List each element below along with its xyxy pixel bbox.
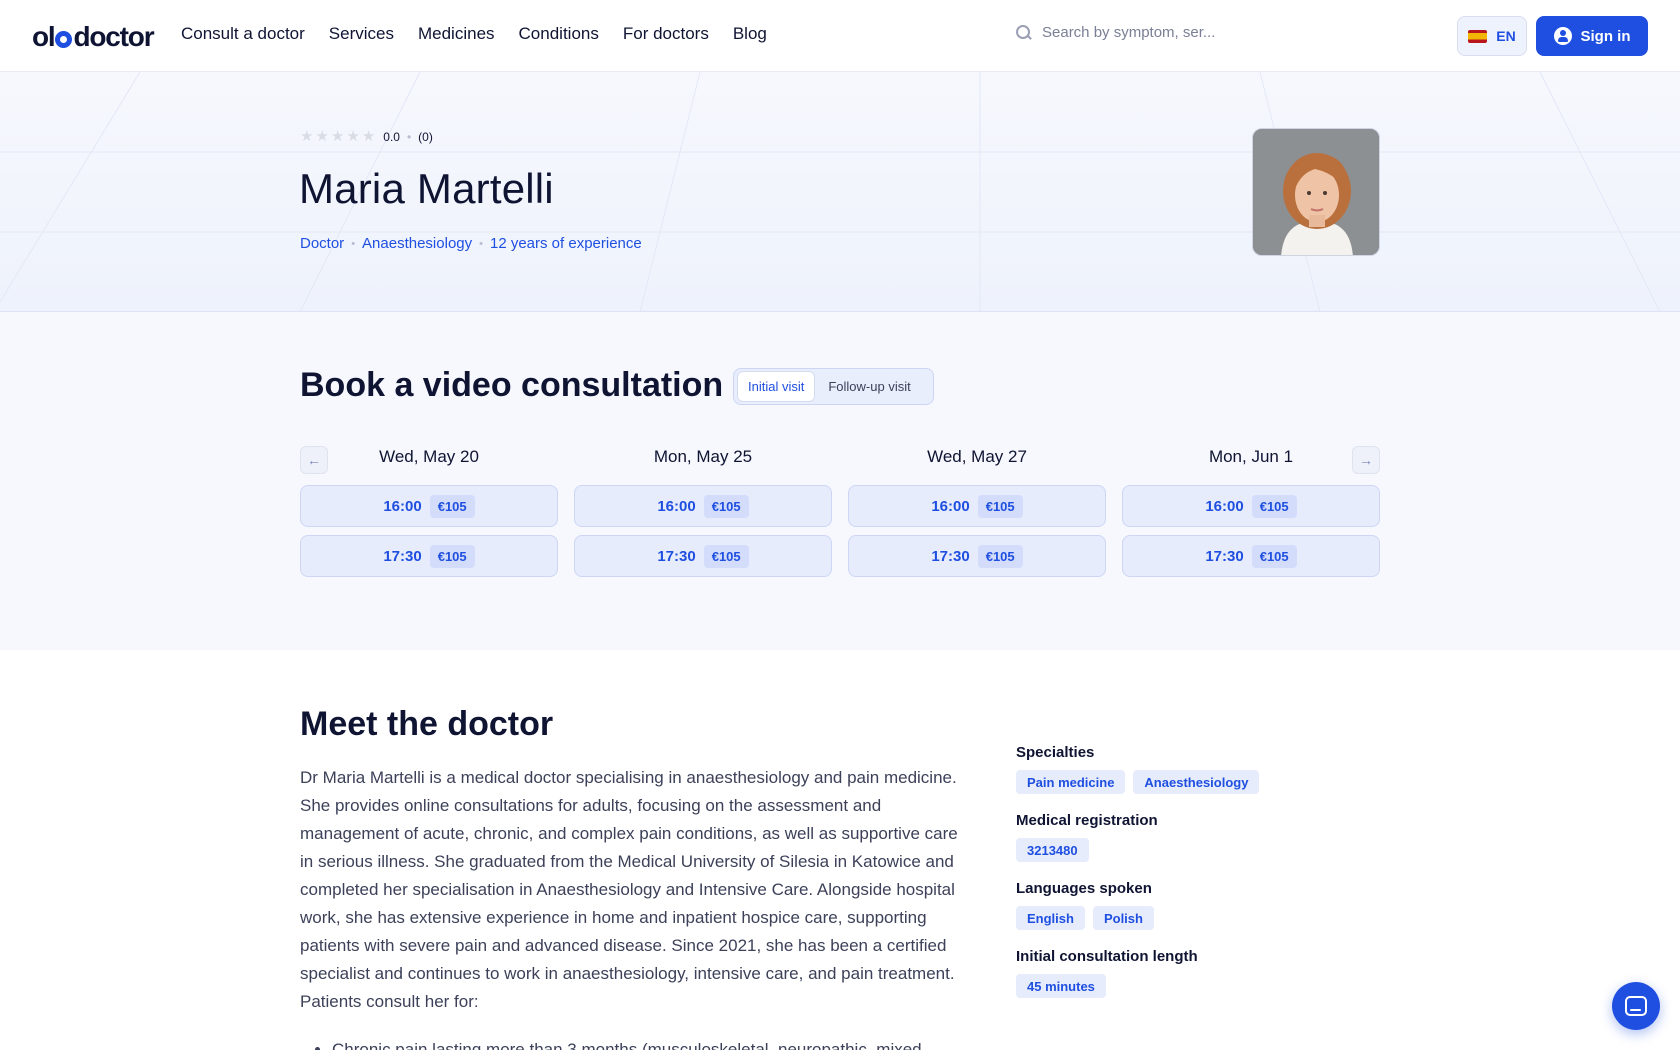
rating-count: (0) <box>418 130 433 144</box>
languages-label: Languages spoken <box>1016 880 1152 897</box>
site-header: ol doctor Consult a doctor Services Medic… <box>0 0 1680 72</box>
day-label: Wed, May 27 <box>927 447 1027 466</box>
star-icon: ★ <box>300 128 314 145</box>
booking-title: Book a video consultation <box>300 366 724 404</box>
booking-section: Book a video consultation Initial visit … <box>0 312 1680 650</box>
nav-medicines[interactable]: Medicines <box>418 24 495 44</box>
chat-icon <box>1625 996 1647 1016</box>
time-slot[interactable]: 17:30 €105 <box>1122 535 1380 577</box>
doctor-meta: Doctor • Anaesthesiology • 12 years of e… <box>300 235 642 252</box>
rating: ★ ★ ★ ★ ★ 0.0 • (0) <box>300 128 433 145</box>
language-chip: Polish <box>1092 906 1154 930</box>
nav-consult[interactable]: Consult a doctor <box>181 24 305 44</box>
hero-grid-pattern <box>0 72 1680 311</box>
length-block: Initial consultation length 45 minutes <box>1016 948 1376 998</box>
meet-title: Meet the doctor <box>300 705 554 743</box>
time-slot[interactable]: 17:30 €105 <box>300 535 558 577</box>
specialty-chip[interactable]: Anaesthesiology <box>1133 770 1260 794</box>
time-slot[interactable]: 16:00 €105 <box>848 485 1106 527</box>
sign-in-label: Sign in <box>1580 27 1631 45</box>
registration-chip: 3213480 <box>1016 838 1089 862</box>
logo-star-icon <box>55 30 73 48</box>
nav-conditions[interactable]: Conditions <box>519 24 599 44</box>
nav-for-doctors[interactable]: For doctors <box>623 24 709 44</box>
specialties-label: Specialties <box>1016 744 1095 761</box>
day-label: Mon, Jun 1 <box>1208 447 1294 466</box>
star-icon: ★ <box>346 128 360 145</box>
chat-button[interactable] <box>1612 982 1660 1030</box>
doctor-bio: Dr Maria Martelli is a medical doctor sp… <box>300 768 958 1011</box>
day-column: Mon, Jun 1 16:00 €105 17:30 €105 <box>1122 447 1380 577</box>
search-input[interactable]: Search by symptom, ser... <box>1016 24 1356 41</box>
length-chip: 45 minutes <box>1016 974 1106 998</box>
nav-blog[interactable]: Blog <box>733 24 767 44</box>
followup-visit-tab[interactable]: Follow-up visit <box>818 372 920 401</box>
meta-role[interactable]: Doctor <box>300 235 344 252</box>
time-slot[interactable]: 17:30 €105 <box>848 535 1106 577</box>
doctor-details: Specialties Pain medicine Anaesthesiolog… <box>1016 744 1376 1016</box>
user-icon <box>1553 27 1572 45</box>
language-label: EN <box>1496 28 1516 44</box>
visit-type-toggle: Initial visit Follow-up visit <box>733 368 934 405</box>
specialty-chip[interactable]: Pain medicine <box>1016 770 1126 794</box>
day-label: Mon, May 25 <box>653 447 753 466</box>
main-nav: Consult a doctor Services Medicines Cond… <box>181 24 767 44</box>
time-slot[interactable]: 16:00 €105 <box>1122 485 1380 527</box>
meta-specialty[interactable]: Anaesthesiology <box>362 235 472 252</box>
star-icon: ★ <box>315 128 329 145</box>
rating-value: 0.0 <box>383 130 400 144</box>
star-icon: ★ <box>361 128 376 145</box>
consult-reasons-list: Chronic pain lasting more than 3 months … <box>300 1040 972 1050</box>
day-column: Mon, May 25 16:00 €105 17:30 €105 <box>574 447 832 577</box>
search-placeholder: Search by symptom, ser... <box>1042 24 1216 41</box>
time-slot[interactable]: 16:00 €105 <box>574 485 832 527</box>
logo[interactable]: ol doctor <box>32 21 155 53</box>
time-slot[interactable]: 16:00 €105 <box>300 485 558 527</box>
time-slot[interactable]: 17:30 €105 <box>574 535 832 577</box>
nav-services[interactable]: Services <box>329 24 394 44</box>
search-icon <box>1016 24 1032 41</box>
length-label: Initial consultation length <box>1016 948 1198 965</box>
initial-visit-tab[interactable]: Initial visit <box>737 371 816 402</box>
doctor-name: Maria Martelli <box>299 165 554 212</box>
day-column: Wed, May 27 16:00 €105 17:30 €105 <box>848 447 1106 577</box>
specialties-block: Specialties Pain medicine Anaesthesiolog… <box>1016 744 1376 794</box>
star-icon: ★ <box>330 128 345 145</box>
doctor-photo <box>1252 128 1380 256</box>
languages-block: Languages spoken English Polish <box>1016 880 1376 930</box>
registration-block: Medical registration 3213480 <box>1016 812 1376 862</box>
doctor-hero: ★ ★ ★ ★ ★ 0.0 • (0) Maria Martelli Docto… <box>0 72 1680 312</box>
sign-in-button[interactable]: Sign in <box>1536 16 1648 56</box>
meta-experience[interactable]: 12 years of experience <box>490 235 642 252</box>
registration-label: Medical registration <box>1016 812 1158 829</box>
list-item: Chronic pain lasting more than 3 months … <box>332 1040 972 1050</box>
day-label: Wed, May 20 <box>379 447 479 466</box>
language-selector[interactable]: EN <box>1457 16 1527 56</box>
language-chip: English <box>1016 906 1085 930</box>
day-column: Wed, May 20 16:00 €105 17:30 €105 <box>300 447 558 577</box>
flag-icon <box>1468 29 1488 43</box>
